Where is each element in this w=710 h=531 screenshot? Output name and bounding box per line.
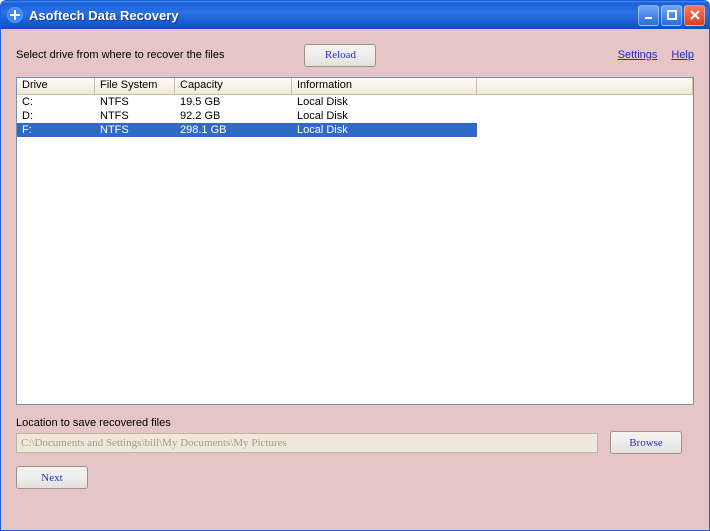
window-title: Asoftech Data Recovery	[29, 8, 179, 23]
top-row: Select drive from where to recover the f…	[16, 39, 694, 71]
cell-filesystem: NTFS	[95, 95, 175, 109]
cell-drive: C:	[17, 95, 95, 109]
drive-listview[interactable]: Drive File System Capacity Information C…	[16, 77, 694, 405]
column-header-filesystem[interactable]: File System	[95, 78, 175, 94]
cell-information: Local Disk	[292, 95, 477, 109]
table-row[interactable]: C:NTFS19.5 GBLocal Disk	[17, 95, 693, 109]
cell-drive: F:	[17, 123, 95, 137]
location-label: Location to save recovered files	[16, 417, 694, 429]
cell-information: Local Disk	[292, 123, 477, 137]
next-button[interactable]: Next	[16, 466, 88, 489]
app-window: Asoftech Data Recovery Select drive from…	[0, 0, 710, 531]
table-row[interactable]: F:NTFS298.1 GBLocal Disk	[17, 123, 693, 137]
app-icon	[7, 7, 23, 23]
minimize-button[interactable]	[638, 5, 659, 26]
help-link[interactable]: Help	[671, 49, 694, 61]
browse-button[interactable]: Browse	[610, 431, 682, 454]
column-header-information[interactable]: Information	[292, 78, 477, 94]
listview-header: Drive File System Capacity Information	[17, 78, 693, 95]
cell-information: Local Disk	[292, 109, 477, 123]
instruction-text: Select drive from where to recover the f…	[16, 49, 224, 61]
listview-body: C:NTFS19.5 GBLocal DiskD:NTFS92.2 GBLoca…	[17, 95, 693, 404]
cell-capacity: 298.1 GB	[175, 123, 292, 137]
column-header-drive[interactable]: Drive	[17, 78, 95, 94]
location-input[interactable]	[16, 433, 598, 453]
settings-link[interactable]: Settings	[618, 49, 658, 61]
client-area: Select drive from where to recover the f…	[4, 29, 706, 527]
close-button[interactable]	[684, 5, 705, 26]
table-row[interactable]: D:NTFS92.2 GBLocal Disk	[17, 109, 693, 123]
column-header-capacity[interactable]: Capacity	[175, 78, 292, 94]
cell-drive: D:	[17, 109, 95, 123]
cell-filesystem: NTFS	[95, 123, 175, 137]
titlebar: Asoftech Data Recovery	[1, 1, 709, 29]
maximize-button[interactable]	[661, 5, 682, 26]
cell-capacity: 19.5 GB	[175, 95, 292, 109]
column-header-spacer	[477, 78, 693, 94]
cell-filesystem: NTFS	[95, 109, 175, 123]
cell-capacity: 92.2 GB	[175, 109, 292, 123]
reload-button[interactable]: Reload	[304, 44, 376, 67]
